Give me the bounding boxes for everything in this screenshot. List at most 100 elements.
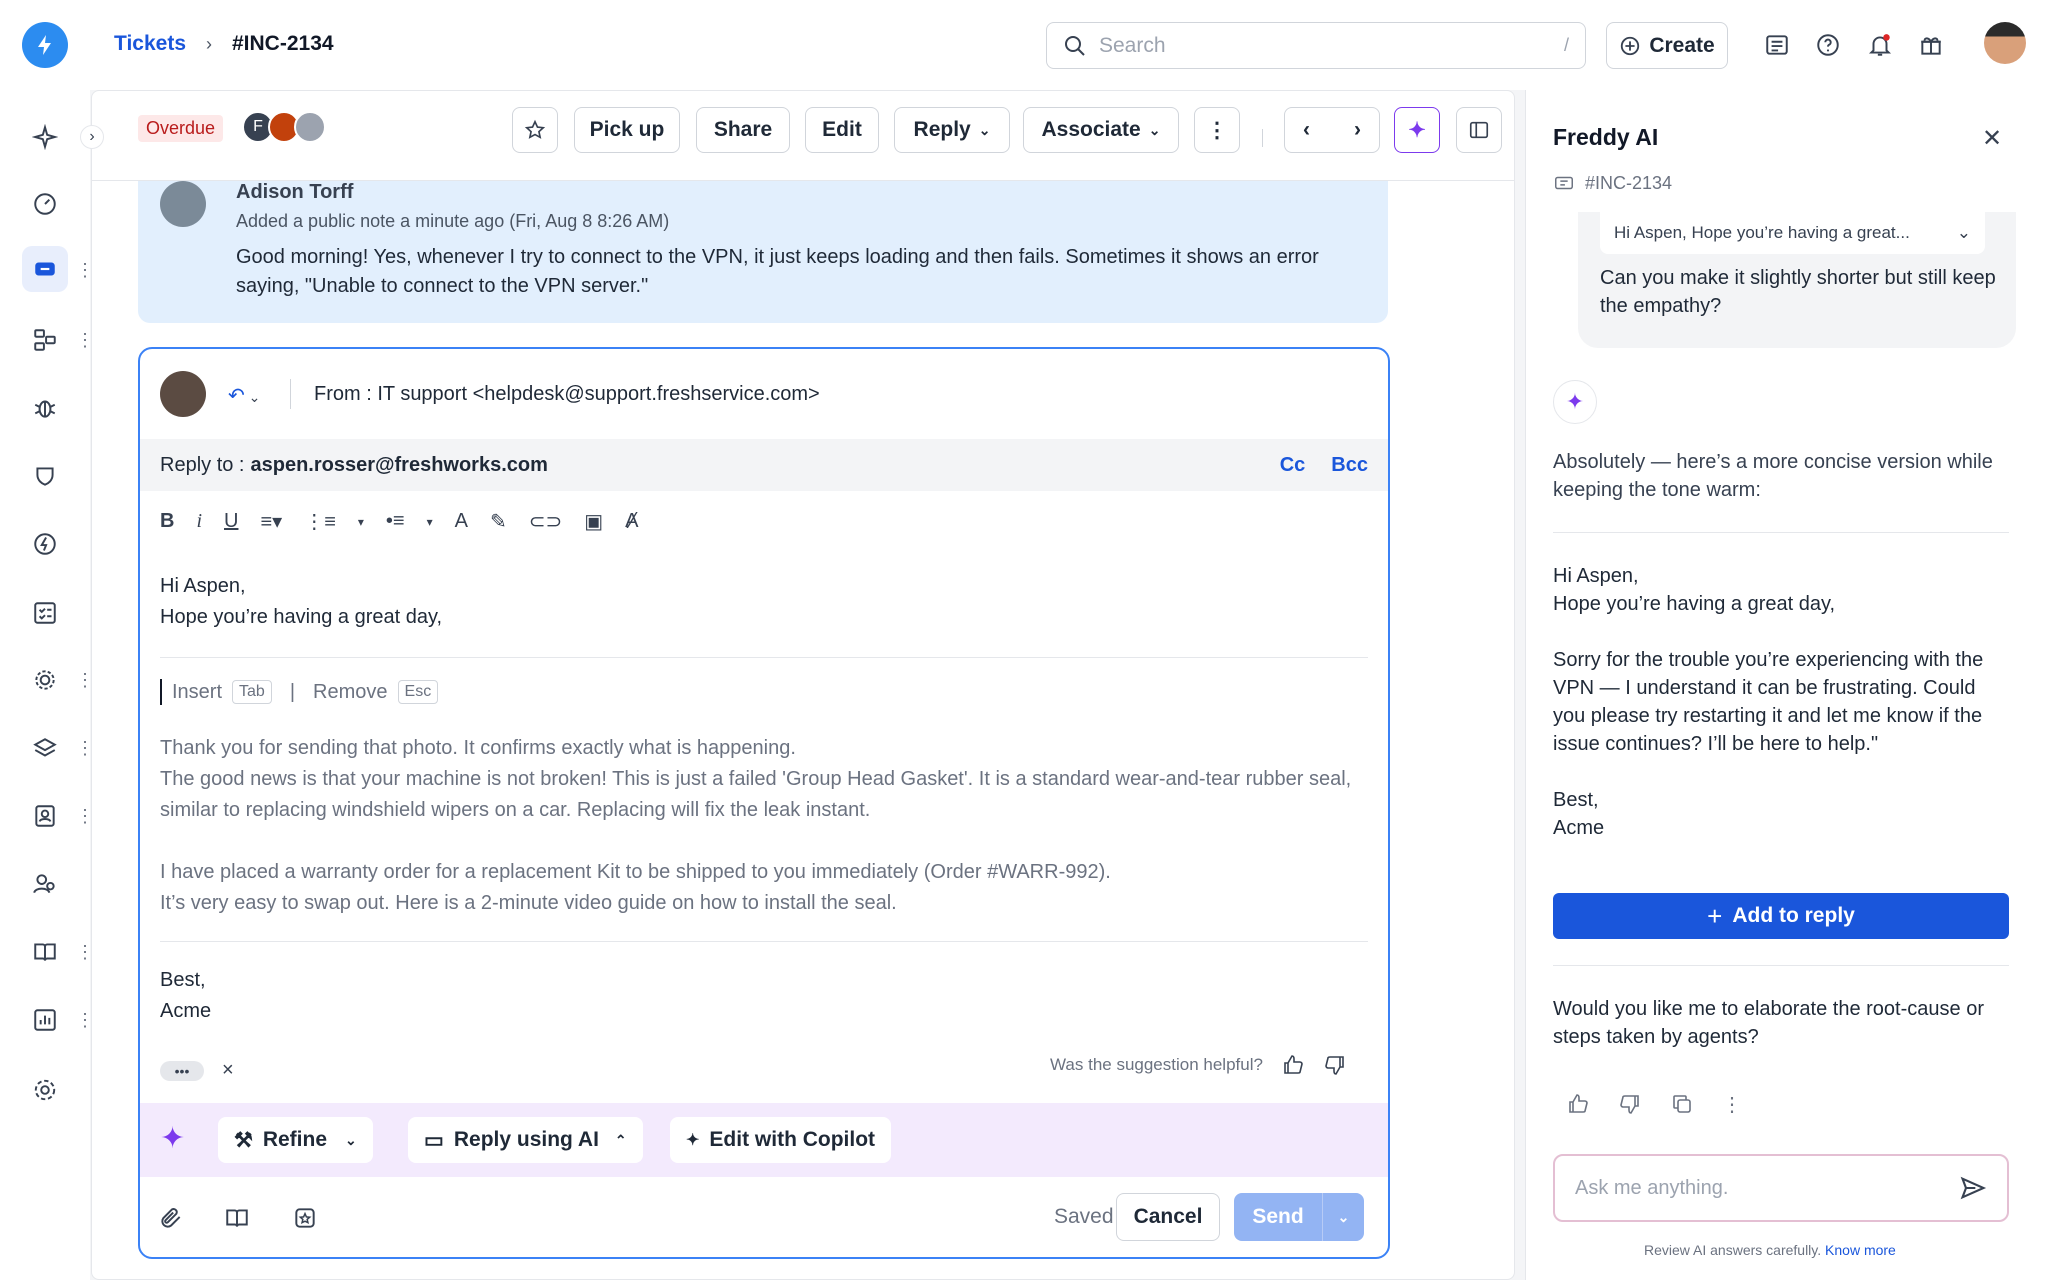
pager: ‹ › xyxy=(1284,107,1380,153)
edit-with-copilot-button[interactable]: ✦ Edit with Copilot xyxy=(670,1117,892,1163)
ticket-toolbar: › Overdue F Pick up Share Edit Reply ⌄ A… xyxy=(80,91,1514,181)
underline-icon[interactable]: U xyxy=(224,510,238,533)
quoted-context[interactable]: Hi Aspen, Hope you’re having a great... … xyxy=(1600,212,1985,254)
thumbs-up-icon[interactable] xyxy=(1281,1053,1305,1077)
ordered-list-icon[interactable]: ⋮≡ xyxy=(304,509,336,534)
highlight-icon[interactable]: ✎ xyxy=(490,509,507,534)
avatar xyxy=(160,181,206,227)
align-icon[interactable]: ≡▾ xyxy=(260,509,282,534)
sidebar-item-settings[interactable] xyxy=(22,1067,68,1113)
from-field[interactable]: From : IT support <helpdesk@support.fres… xyxy=(314,383,820,406)
panel-toggle-button[interactable] xyxy=(1456,107,1502,153)
reply-using-ai-button[interactable]: ▭ Reply using AI ⌃ xyxy=(408,1117,643,1163)
sidebar-item-workflows[interactable] xyxy=(22,317,68,363)
sidebar-item-contacts[interactable] xyxy=(22,793,68,839)
sidebar-item-analytics[interactable] xyxy=(22,997,68,1043)
news-icon[interactable] xyxy=(1762,30,1792,60)
prev-ticket-icon[interactable]: ‹ xyxy=(1303,118,1310,142)
greeting-line: Hope you’re having a great day, xyxy=(160,606,443,628)
thumbs-up-icon[interactable] xyxy=(1566,1092,1590,1116)
chevron-down-icon: ⌄ xyxy=(1148,121,1161,138)
divider xyxy=(160,657,1368,658)
help-icon[interactable] xyxy=(1813,30,1843,60)
checklist-icon xyxy=(34,602,56,624)
sidebar-item-problems[interactable] xyxy=(22,385,68,431)
sidebar-item-assets[interactable] xyxy=(22,726,68,772)
reply-arrow-icon: ↶ xyxy=(228,385,245,407)
reply-button[interactable]: Reply ⌄ xyxy=(894,107,1010,153)
agent-avatars[interactable]: F xyxy=(242,111,326,143)
bullet-list-icon[interactable]: •≡ xyxy=(386,510,405,533)
sidebar-item-ai[interactable] xyxy=(22,114,68,160)
cc-button[interactable]: Cc xyxy=(1280,454,1306,477)
search-input[interactable]: Search / xyxy=(1046,22,1586,69)
dismiss-icon[interactable]: × xyxy=(222,1059,234,1082)
sidebar-item-tickets[interactable] xyxy=(22,246,68,292)
knowledge-base-icon[interactable] xyxy=(224,1205,250,1231)
image-icon[interactable]: ▣ xyxy=(584,509,603,534)
copy-icon[interactable] xyxy=(1670,1092,1694,1116)
associate-button[interactable]: Associate ⌄ xyxy=(1023,107,1179,153)
bcc-button[interactable]: Bcc xyxy=(1331,454,1368,477)
chevron-down-icon[interactable]: ▾ xyxy=(427,515,433,529)
breadcrumb-current: #INC-2134 xyxy=(232,32,334,55)
expand-sidebar-icon[interactable]: › xyxy=(80,125,104,149)
sidebar-item-releases[interactable] xyxy=(22,521,68,567)
quote-preview: Hi Aspen, Hope you’re having a great... xyxy=(1614,223,1910,242)
chevron-down-icon[interactable]: ⌄ xyxy=(1323,1209,1364,1226)
ask-input[interactable]: Ask me anything. xyxy=(1553,1154,2009,1222)
sidebar-item-automation[interactable] xyxy=(22,657,68,703)
remove-button[interactable]: Remove xyxy=(313,681,387,704)
breadcrumb-tickets[interactable]: Tickets xyxy=(114,32,186,56)
more-vertical-icon[interactable]: ⋮ xyxy=(1722,1092,1742,1117)
reply-type-dropdown[interactable]: ↶ ⌄ xyxy=(228,383,260,408)
chat-icon: ▭ xyxy=(424,1128,444,1152)
send-icon[interactable] xyxy=(1959,1174,1987,1202)
text-color-icon[interactable]: A xyxy=(455,510,468,533)
freddy-ai-toggle[interactable]: ✦ xyxy=(1394,107,1440,153)
send-label: Send xyxy=(1252,1205,1304,1228)
pickup-button[interactable]: Pick up xyxy=(574,107,680,153)
bell-icon[interactable] xyxy=(1865,30,1895,60)
gift-icon[interactable] xyxy=(1916,30,1946,60)
public-note: Adison Torff Added a public note a minut… xyxy=(138,181,1388,323)
create-button[interactable]: Create xyxy=(1606,22,1728,69)
add-to-reply-button[interactable]: + Add to reply xyxy=(1553,893,2009,939)
user-avatar[interactable] xyxy=(1984,22,2026,64)
close-icon[interactable]: ✕ xyxy=(1982,124,2002,153)
chevron-down-icon[interactable]: ▾ xyxy=(358,515,364,529)
know-more-link[interactable]: Know more xyxy=(1825,1242,1896,1258)
edit-button[interactable]: Edit xyxy=(805,107,879,153)
bold-icon[interactable]: B xyxy=(160,510,174,533)
send-button[interactable]: Send ⌄ xyxy=(1234,1193,1364,1241)
more-actions-button[interactable]: ⋮ xyxy=(1194,107,1240,153)
sidebar-item-tasks[interactable] xyxy=(22,590,68,636)
reply-to-value[interactable]: aspen.rosser@freshworks.com xyxy=(250,454,547,477)
share-button[interactable]: Share xyxy=(696,107,790,153)
note-author[interactable]: Adison Torff xyxy=(236,181,353,204)
reply-signoff[interactable]: Best, Acme xyxy=(160,965,211,1027)
refine-button[interactable]: ⚒ Refine ⌄ xyxy=(218,1117,373,1163)
status-badge: Overdue xyxy=(138,115,224,142)
sidebar-item-dashboard[interactable] xyxy=(22,181,68,227)
sidebar-item-users[interactable] xyxy=(22,861,68,907)
star-button[interactable] xyxy=(512,107,558,153)
canned-response-icon[interactable] xyxy=(292,1205,318,1231)
link-icon[interactable]: ⊂⊃ xyxy=(529,509,563,534)
reply-greeting[interactable]: Hi Aspen, Hope you’re having a great day… xyxy=(160,571,442,633)
note-text: Good morning! Yes, whenever I try to con… xyxy=(236,246,1319,297)
italic-icon[interactable]: i xyxy=(196,510,202,533)
clear-format-icon[interactable]: Ⱥ xyxy=(625,510,638,533)
thumbs-down-icon[interactable] xyxy=(1323,1053,1347,1077)
thumbs-down-icon[interactable] xyxy=(1618,1092,1642,1116)
contact-icon xyxy=(35,805,55,827)
chevron-down-icon: ⌄ xyxy=(244,389,261,405)
sidebar-item-changes[interactable] xyxy=(22,453,68,499)
sidebar-item-solutions[interactable] xyxy=(22,929,68,975)
next-ticket-icon[interactable]: › xyxy=(1354,118,1361,142)
attachment-icon[interactable] xyxy=(158,1205,184,1231)
cancel-button[interactable]: Cancel xyxy=(1116,1193,1220,1241)
app-logo[interactable] xyxy=(22,22,68,68)
insert-button[interactable]: Insert xyxy=(172,681,222,704)
more-pill[interactable]: ••• xyxy=(160,1061,204,1081)
